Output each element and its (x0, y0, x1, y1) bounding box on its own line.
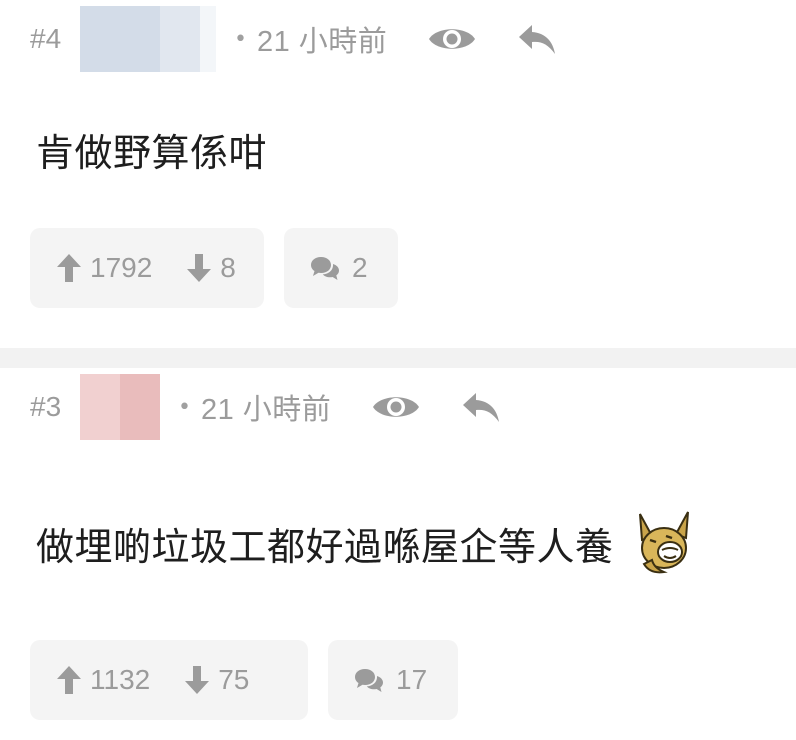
reply-icon (463, 393, 500, 422)
post-content: 做埋啲垃圾工都好過喺屋企等人養 (36, 510, 696, 576)
floor-number: #4 (30, 23, 62, 54)
view-button[interactable] (371, 387, 421, 427)
avatar[interactable] (80, 374, 160, 440)
post-meta: #4 • 21 小時前 (30, 6, 559, 72)
post-time: 21 小時前 (256, 26, 388, 58)
laughing-dog-emoji-icon (638, 511, 689, 574)
downvote-count: 8 (220, 252, 236, 283)
avatar[interactable] (80, 6, 216, 72)
downvote-button[interactable]: 75 (184, 664, 249, 696)
upvote-count: 1132 (90, 664, 151, 695)
vote-box: 1132 75 (30, 640, 308, 720)
post-actions: 1132 75 17 (30, 640, 458, 720)
thumb-down-arrow-icon (185, 666, 210, 694)
comment-bubbles-icon (355, 669, 383, 692)
separator-dot: • (234, 26, 247, 52)
eye-icon (373, 397, 420, 417)
post-text: 肯做野算係咁 (36, 131, 268, 175)
post-meta: #3 • 21 小時前 (30, 374, 503, 440)
view-button[interactable] (427, 19, 477, 59)
upvote-button[interactable]: 1132 (56, 664, 150, 696)
post-divider (0, 348, 796, 368)
post-content: 肯做野算係咁 (36, 122, 267, 177)
downvote-button[interactable]: 8 (186, 252, 236, 284)
thumb-up-arrow-icon (57, 254, 81, 282)
comment-post: #4 • 21 小時前 肯做野算係咁 1792 8 2 (0, 0, 796, 348)
reply-button[interactable] (515, 19, 559, 59)
comment-count: 2 (352, 252, 368, 283)
comment-count: 17 (396, 664, 428, 695)
comment-bubbles-icon (311, 257, 339, 280)
eye-icon (429, 29, 476, 49)
reply-button[interactable] (459, 387, 503, 427)
post-text: 做埋啲垃圾工都好過喺屋企等人養 (36, 524, 614, 569)
separator-dot: • (178, 394, 191, 420)
vote-box: 1792 8 (30, 228, 264, 308)
upvote-button[interactable]: 1792 (56, 252, 152, 284)
post-time: 21 小時前 (200, 394, 332, 426)
comments-button[interactable]: 2 (284, 228, 398, 308)
downvote-count: 75 (218, 664, 250, 695)
comments-button[interactable]: 17 (328, 640, 458, 720)
upvote-count: 1792 (90, 252, 153, 283)
thumb-down-arrow-icon (187, 254, 212, 282)
reply-icon (519, 25, 556, 54)
floor-number: #3 (30, 391, 62, 422)
comment-post: #3 • 21 小時前 做埋啲垃圾工都好過喺屋企等人養 1132 75 17 (0, 368, 796, 740)
thumb-up-arrow-icon (57, 666, 81, 694)
post-actions: 1792 8 2 (30, 228, 398, 308)
